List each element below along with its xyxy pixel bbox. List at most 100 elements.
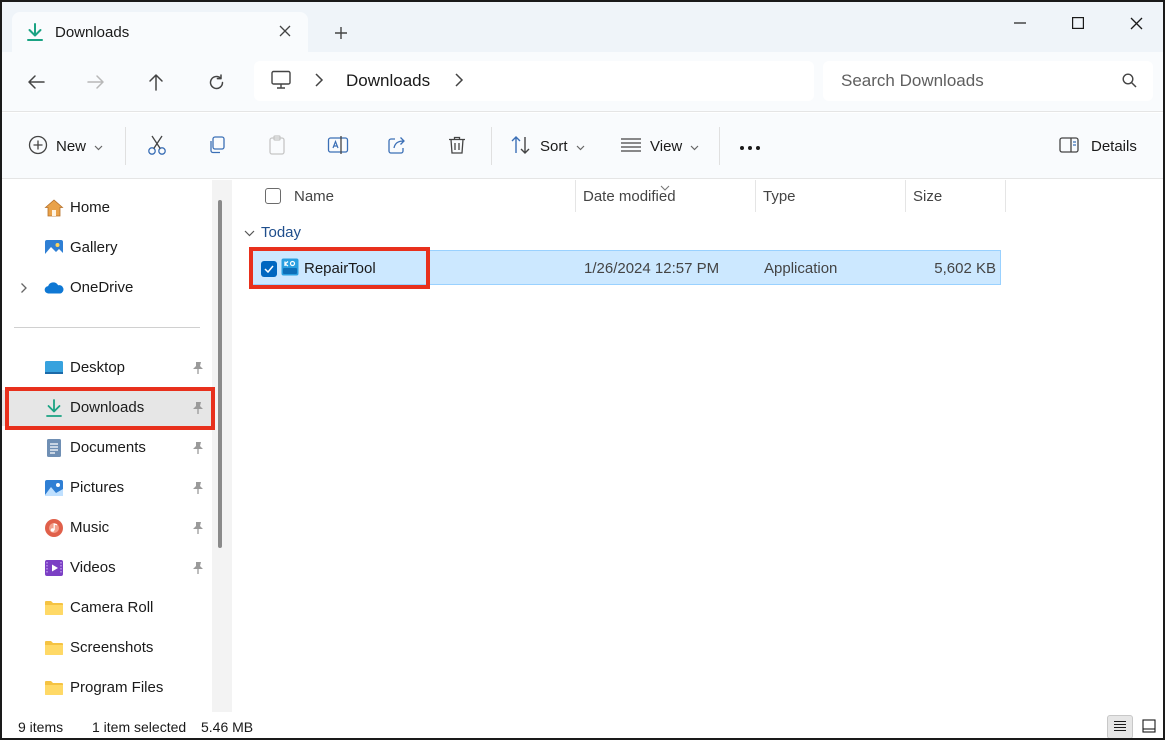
pictures-folder-icon <box>44 478 64 498</box>
sidebar-item-camera-roll[interactable]: Camera Roll <box>2 590 212 626</box>
close-tab-icon[interactable] <box>276 22 294 40</box>
chevron-down-icon <box>94 138 103 154</box>
chevron-right-icon[interactable] <box>454 72 464 91</box>
search-input[interactable]: Search Downloads <box>823 61 1153 101</box>
sort-button[interactable]: Sort <box>510 131 585 161</box>
breadcrumb-downloads[interactable]: Downloads <box>346 71 430 91</box>
plus-circle-icon <box>28 135 48 158</box>
gallery-icon <box>44 238 64 258</box>
more-icon <box>739 138 761 154</box>
forward-button[interactable] <box>80 67 112 97</box>
column-header-type[interactable]: Type <box>763 180 796 212</box>
column-resize-handle[interactable] <box>1005 180 1006 212</box>
column-header-size[interactable]: Size <box>913 180 942 212</box>
pin-icon[interactable] <box>192 361 204 378</box>
onedrive-icon <box>44 278 64 298</box>
pin-icon[interactable] <box>192 561 204 578</box>
more-options-button[interactable] <box>739 131 761 161</box>
selection-count: 1 item selected <box>92 719 187 735</box>
chevron-right-icon[interactable] <box>20 281 28 297</box>
folder-icon <box>44 678 64 698</box>
sidebar-item-pictures[interactable]: Pictures <box>2 470 212 506</box>
address-bar: Downloads Search Downloads <box>2 52 1163 112</box>
share-button[interactable] <box>387 131 407 161</box>
chevron-down-icon <box>690 138 699 154</box>
videos-folder-icon <box>44 558 64 578</box>
download-icon <box>24 21 46 43</box>
clipboard-icon <box>267 134 287 159</box>
music-folder-icon <box>44 518 64 538</box>
breadcrumb[interactable]: Downloads <box>254 61 814 101</box>
home-icon <box>44 198 64 218</box>
details-pane-icon <box>1059 136 1079 156</box>
sidebar-item-videos[interactable]: Videos <box>2 550 212 586</box>
chevron-right-icon[interactable] <box>314 72 324 91</box>
tab-title: Downloads <box>55 23 130 41</box>
sort-indicator-icon <box>660 178 670 194</box>
pin-icon[interactable] <box>192 481 204 498</box>
sidebar-item-label: Gallery <box>70 239 118 256</box>
sidebar-item-gallery[interactable]: Gallery <box>2 230 212 266</box>
file-date-modified: 1/26/2024 12:57 PM <box>584 260 720 277</box>
rename-icon <box>327 135 349 158</box>
view-button[interactable]: View <box>620 131 699 161</box>
column-resize-handle[interactable] <box>575 180 576 212</box>
sort-label: Sort <box>540 137 568 155</box>
chevron-down-icon[interactable] <box>244 224 255 241</box>
copy-button[interactable] <box>207 131 227 161</box>
sidebar-item-label: Program Files <box>70 679 164 696</box>
documents-folder-icon <box>44 438 64 458</box>
pin-icon[interactable] <box>192 521 204 538</box>
tab-downloads[interactable]: Downloads <box>12 12 308 52</box>
column-resize-handle[interactable] <box>905 180 906 212</box>
new-tab-button[interactable] <box>328 20 354 46</box>
cut-button[interactable] <box>147 131 167 161</box>
sidebar-scrollbar-track[interactable] <box>212 180 232 712</box>
sidebar-item-desktop[interactable]: Desktop <box>2 350 212 386</box>
rename-button[interactable] <box>327 131 349 161</box>
navigation-pane: Home Gallery OneDrive Desktop Downloads … <box>2 180 212 712</box>
details-label: Details <box>1091 137 1137 155</box>
select-all-checkbox[interactable] <box>265 188 281 204</box>
selection-size: 5.46 MB <box>201 719 254 735</box>
sidebar-divider <box>14 327 200 328</box>
column-name-label: Name <box>294 187 335 205</box>
refresh-button[interactable] <box>200 67 232 97</box>
folder-icon <box>44 638 64 658</box>
desktop-folder-icon <box>44 358 64 378</box>
back-button[interactable] <box>20 67 52 97</box>
minimize-button[interactable] <box>997 8 1043 38</box>
file-explorer-window: Downloads Downloads Search Downloads New… <box>0 0 1165 740</box>
column-resize-handle[interactable] <box>755 180 756 212</box>
new-button[interactable]: New <box>28 131 103 161</box>
sidebar-item-program-files[interactable]: Program Files <box>2 670 212 706</box>
status-bar: 9 items 1 item selected 5.46 MB <box>2 712 1163 738</box>
file-size: 5,602 KB <box>934 260 996 277</box>
sidebar-item-label: Documents <box>70 439 146 456</box>
sidebar-item-music[interactable]: Music <box>2 510 212 546</box>
sidebar-item-onedrive[interactable]: OneDrive <box>2 270 212 306</box>
folder-icon <box>44 598 64 618</box>
details-view-toggle[interactable] <box>1107 715 1133 738</box>
sidebar-item-screenshots[interactable]: Screenshots <box>2 630 212 666</box>
details-pane-button[interactable]: Details <box>1059 131 1137 161</box>
sort-icon <box>510 135 532 158</box>
column-header-name[interactable]: Name <box>294 180 334 212</box>
sidebar-scrollbar-thumb[interactable] <box>218 200 222 548</box>
up-button[interactable] <box>140 67 172 97</box>
sidebar-item-home[interactable]: Home <box>2 190 212 226</box>
sidebar-item-label: Pictures <box>70 479 125 496</box>
search-icon[interactable] <box>1122 73 1137 91</box>
paste-button[interactable] <box>267 131 287 161</box>
sidebar-item-label: Camera Roll <box>70 599 154 616</box>
delete-button[interactable] <box>447 131 467 161</box>
sidebar-item-documents[interactable]: Documents <box>2 430 212 466</box>
search-placeholder: Search Downloads <box>841 71 984 90</box>
close-window-button[interactable] <box>1113 8 1159 38</box>
group-header-today[interactable]: Today <box>244 224 301 241</box>
tiles-view-toggle[interactable] <box>1136 715 1162 738</box>
maximize-button[interactable] <box>1055 8 1101 38</box>
this-pc-icon[interactable] <box>270 70 292 93</box>
pin-icon[interactable] <box>192 441 204 458</box>
sidebar-item-label: Screenshots <box>70 639 154 656</box>
